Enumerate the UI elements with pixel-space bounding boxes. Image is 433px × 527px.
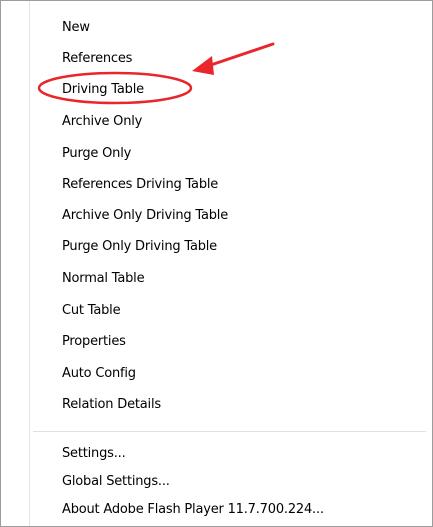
menu-item-new[interactable]: New (31, 15, 430, 41)
menu-item-auto-config[interactable]: Auto Config (31, 361, 430, 387)
menu-item-label: Settings... (62, 446, 126, 461)
menu-item-global-settings[interactable]: Global Settings... (31, 469, 430, 495)
menu-item-label: Properties (62, 334, 126, 349)
menu-item-archive-only-driving-table[interactable]: Archive Only Driving Table (31, 203, 430, 229)
menu-item-driving-table[interactable]: Driving Table (31, 77, 430, 103)
menu-item-properties[interactable]: Properties (31, 329, 430, 355)
menu-separator (33, 431, 426, 433)
menu-item-label: New (62, 20, 90, 35)
menu-item-label: Purge Only Driving Table (62, 239, 217, 254)
menu-item-normal-table[interactable]: Normal Table (31, 266, 430, 292)
menu-item-references-driving-table[interactable]: References Driving Table (31, 172, 430, 198)
context-menu: New References Driving Table Archive Onl… (0, 0, 433, 527)
menu-item-relation-details[interactable]: Relation Details (31, 392, 430, 418)
menu-item-label: References Driving Table (62, 177, 219, 192)
menu-item-label: Archive Only (62, 114, 143, 129)
menu-item-label: Archive Only Driving Table (62, 208, 228, 223)
menu-item-label: Auto Config (62, 366, 136, 381)
menu-item-label: Relation Details (62, 397, 161, 412)
menu-item-references[interactable]: References (31, 46, 430, 72)
menu-item-label: Global Settings... (62, 474, 170, 489)
menu-item-label: Driving Table (62, 82, 144, 97)
menu-item-label: Cut Table (62, 303, 121, 318)
menu-item-purge-only[interactable]: Purge Only (31, 141, 430, 167)
menu-item-about-flash-player[interactable]: About Adobe Flash Player 11.7.700.224... (31, 497, 430, 523)
menu-item-label: About Adobe Flash Player 11.7.700.224... (62, 502, 324, 517)
menu-item-purge-only-driving-table[interactable]: Purge Only Driving Table (31, 234, 430, 260)
menu-item-settings[interactable]: Settings... (31, 441, 430, 467)
menu-item-label: Purge Only (62, 146, 132, 161)
menu-item-label: References (62, 51, 133, 66)
menu-item-archive-only[interactable]: Archive Only (31, 109, 430, 135)
menu-item-cut-table[interactable]: Cut Table (31, 298, 430, 324)
menu-item-label: Normal Table (62, 271, 145, 286)
